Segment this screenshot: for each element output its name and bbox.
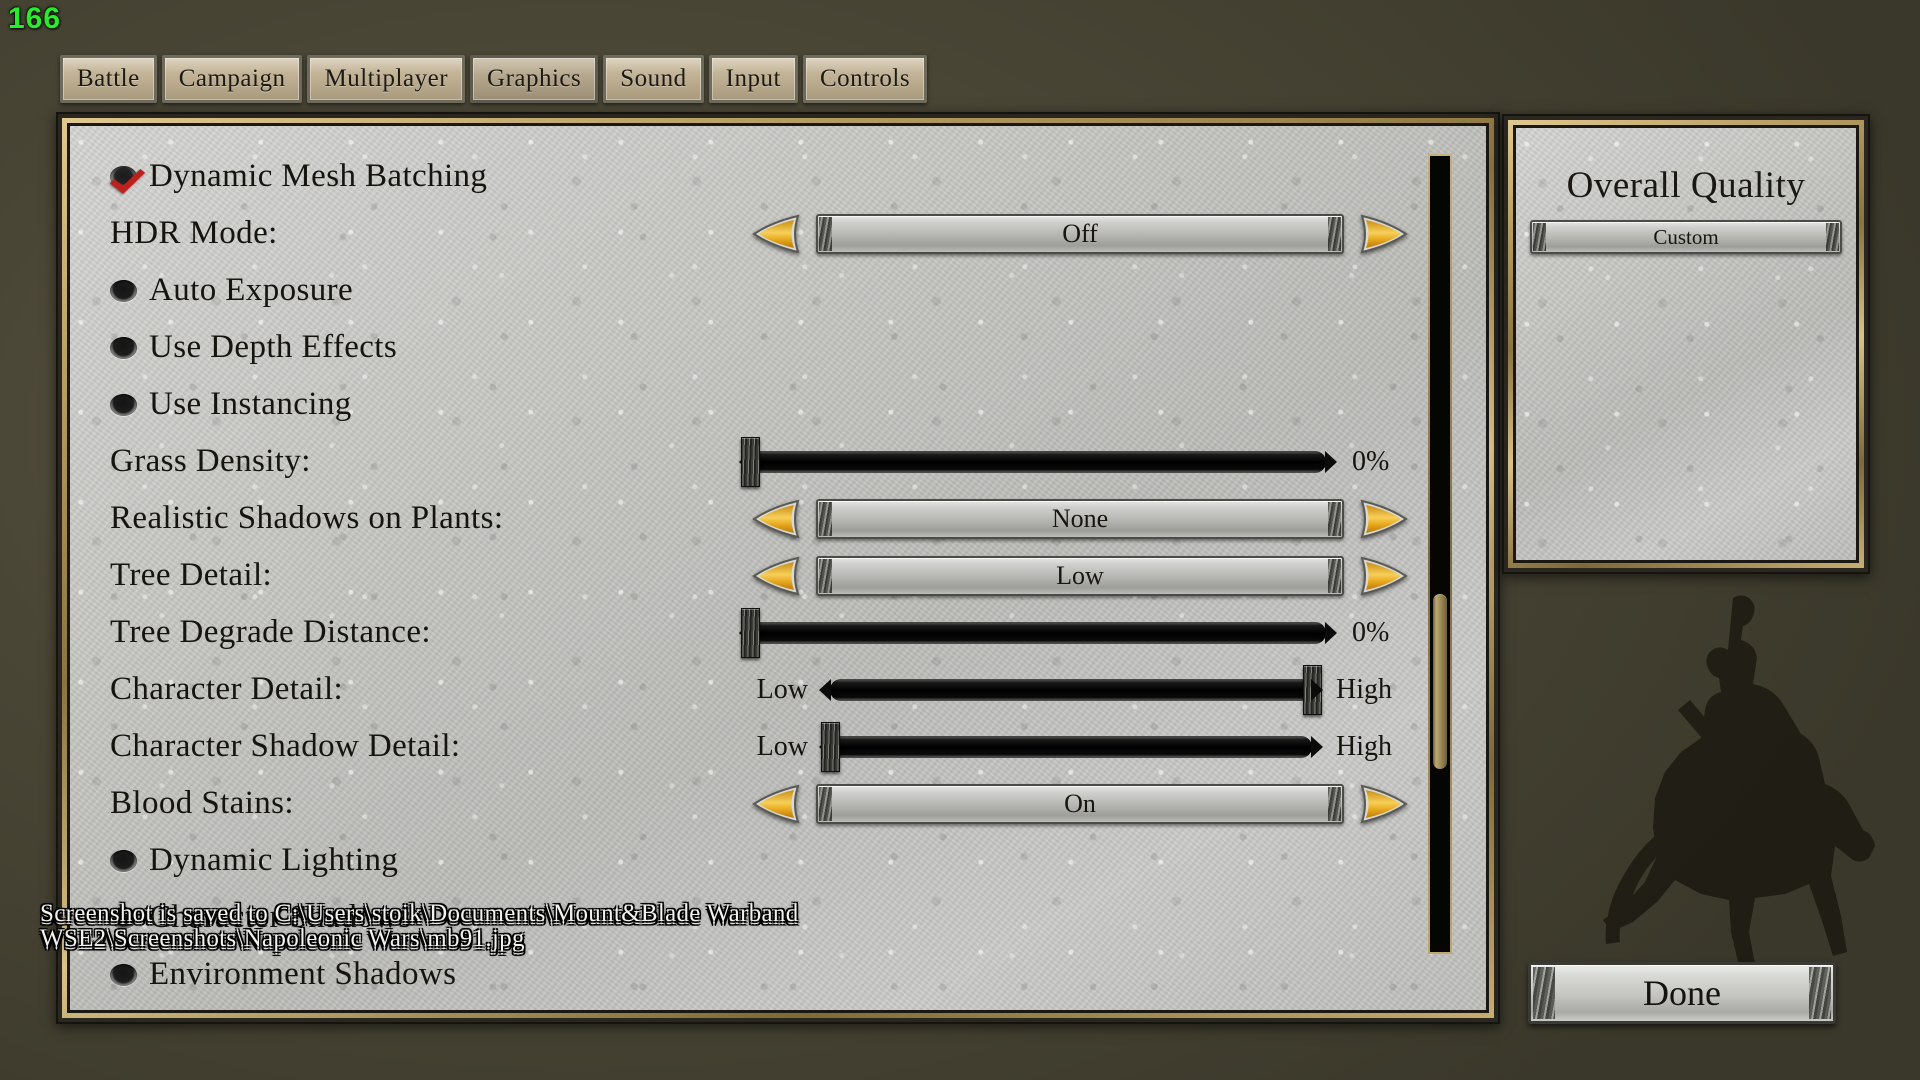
slider-track[interactable] — [830, 664, 1322, 715]
checkbox-dot-icon[interactable] — [110, 336, 137, 359]
selector-value[interactable]: Off — [816, 213, 1344, 254]
option-row: Environment Shadows — [70, 946, 1486, 1003]
option-label: Dynamic Mesh Batching — [149, 158, 488, 194]
tab-multiplayer[interactable]: Multiplayer — [307, 55, 466, 103]
option-row: Character Shadows — [70, 889, 1486, 946]
cavalry-silhouette-icon — [1603, 595, 1875, 966]
arrow-left-icon[interactable] — [750, 782, 802, 826]
checkbox-dot-icon[interactable] — [110, 906, 137, 929]
overall-quality-panel: Overall Quality Custom — [1502, 114, 1870, 574]
option-label: Character Shadow Detail: — [110, 728, 461, 764]
tab-graphics[interactable]: Graphics — [470, 55, 599, 103]
range-max-label: High — [1336, 673, 1392, 705]
option-label: Use Depth Effects — [149, 329, 398, 365]
option-label: Tree Degrade Distance: — [110, 614, 431, 650]
range-control: Low High — [750, 664, 1410, 715]
option-row: Grass Density: 0% — [70, 433, 1486, 490]
option-row: Dynamic Mesh Batching — [70, 148, 1486, 205]
arrow-right-icon[interactable] — [1358, 497, 1410, 541]
option-row: Character Detail: Low High — [70, 661, 1486, 718]
tab-sound[interactable]: Sound — [603, 55, 704, 103]
slider[interactable] — [741, 607, 1326, 658]
option-label: Auto Exposure — [149, 272, 354, 308]
graphics-options-panel: Dynamic Mesh Batching HDR Mode: Off Auto Ex… — [56, 112, 1500, 1024]
checkbox-dot-icon[interactable] — [110, 393, 137, 416]
option-label: Character Detail: — [110, 671, 344, 707]
selector-value[interactable]: None — [816, 498, 1344, 539]
overall-quality-title: Overall Quality — [1566, 165, 1806, 206]
arrow-left-icon[interactable] — [750, 497, 802, 541]
option-row: HDR Mode: Off — [70, 205, 1486, 262]
arrow-left-icon[interactable] — [750, 554, 802, 598]
slider-percent: 0% — [1352, 445, 1390, 477]
option-row: Tree Detail: Low — [70, 547, 1486, 604]
checkbox-dot-icon[interactable] — [110, 963, 137, 986]
overall-quality-selector[interactable]: Custom — [1530, 220, 1842, 254]
option-label: Blood Stains: — [110, 785, 294, 821]
selector-value[interactable]: Low — [816, 555, 1344, 596]
checkbox-dot-icon[interactable] — [110, 849, 137, 872]
option-row: Tree Degrade Distance: 0% — [70, 604, 1486, 661]
fps-counter: 166 — [8, 2, 62, 35]
option-row: Character Shadow Detail: Low High — [70, 718, 1486, 775]
option-label: Realistic Shadows on Plants: — [110, 500, 504, 536]
option-row: Blood Stains: On — [70, 775, 1486, 832]
option-row: Dynamic Lighting — [70, 832, 1486, 889]
range-control: Low High — [750, 721, 1410, 772]
option-row: Use Instancing — [70, 376, 1486, 433]
tab-campaign[interactable]: Campaign — [161, 55, 303, 103]
tab-battle[interactable]: Battle — [60, 55, 157, 103]
tab-input[interactable]: Input — [708, 55, 798, 103]
arrow-right-icon[interactable] — [1358, 212, 1410, 256]
slider-thumb[interactable] — [1303, 664, 1322, 715]
slider[interactable] — [741, 436, 1326, 487]
selector-value[interactable]: On — [816, 783, 1344, 824]
option-row: Realistic Shadows on Plants: None — [70, 490, 1486, 547]
selector-control: On — [750, 782, 1410, 826]
slider-percent: 0% — [1352, 616, 1390, 648]
selector-control: Off — [750, 212, 1410, 256]
selector-control: Low — [750, 554, 1410, 598]
option-label: Dynamic Lighting — [149, 842, 399, 878]
slider-thumb[interactable] — [741, 607, 760, 658]
tab-controls[interactable]: Controls — [802, 55, 928, 103]
option-label: Grass Density: — [110, 443, 311, 479]
range-min-label: Low — [756, 730, 808, 762]
scrollbar-track[interactable] — [1428, 154, 1452, 954]
slider-control: 0% — [741, 607, 1410, 658]
options-scrollbar[interactable] — [1428, 154, 1452, 954]
selector-control: None — [750, 497, 1410, 541]
option-label: Tree Detail: — [110, 557, 273, 593]
range-slider[interactable] — [830, 664, 1322, 715]
options-list: Dynamic Mesh Batching HDR Mode: Off Auto Ex… — [70, 126, 1486, 1010]
option-label: Character Shadows — [149, 899, 412, 935]
option-row: Use Depth Effects — [70, 319, 1486, 376]
arrow-right-icon[interactable] — [1358, 554, 1410, 598]
range-slider[interactable] — [821, 721, 1312, 772]
checkbox-dot-icon[interactable] — [110, 279, 137, 302]
slider-thumb[interactable] — [741, 436, 760, 487]
scrollbar-thumb[interactable] — [1433, 593, 1447, 769]
done-button[interactable]: Done — [1528, 962, 1836, 1024]
option-label: Environment Shadows — [149, 956, 457, 992]
range-max-label: High — [1336, 730, 1392, 762]
checkbox-checked-icon[interactable] — [110, 165, 137, 188]
slider-control: 0% — [741, 436, 1410, 487]
option-label: Use Instancing — [149, 386, 352, 422]
slider-track[interactable] — [741, 436, 1326, 487]
slider-thumb[interactable] — [821, 721, 840, 772]
slider-track[interactable] — [741, 607, 1326, 658]
arrow-left-icon[interactable] — [750, 212, 802, 256]
overall-quality-value[interactable]: Custom — [1530, 220, 1842, 254]
arrow-right-icon[interactable] — [1358, 782, 1410, 826]
slider-track[interactable] — [821, 721, 1312, 772]
range-min-label: Low — [756, 673, 808, 705]
option-row: Auto Exposure — [70, 262, 1486, 319]
tab-bar: Battle Campaign Multiplayer Graphics Sound In… — [60, 55, 1400, 103]
option-label: HDR Mode: — [110, 215, 278, 251]
